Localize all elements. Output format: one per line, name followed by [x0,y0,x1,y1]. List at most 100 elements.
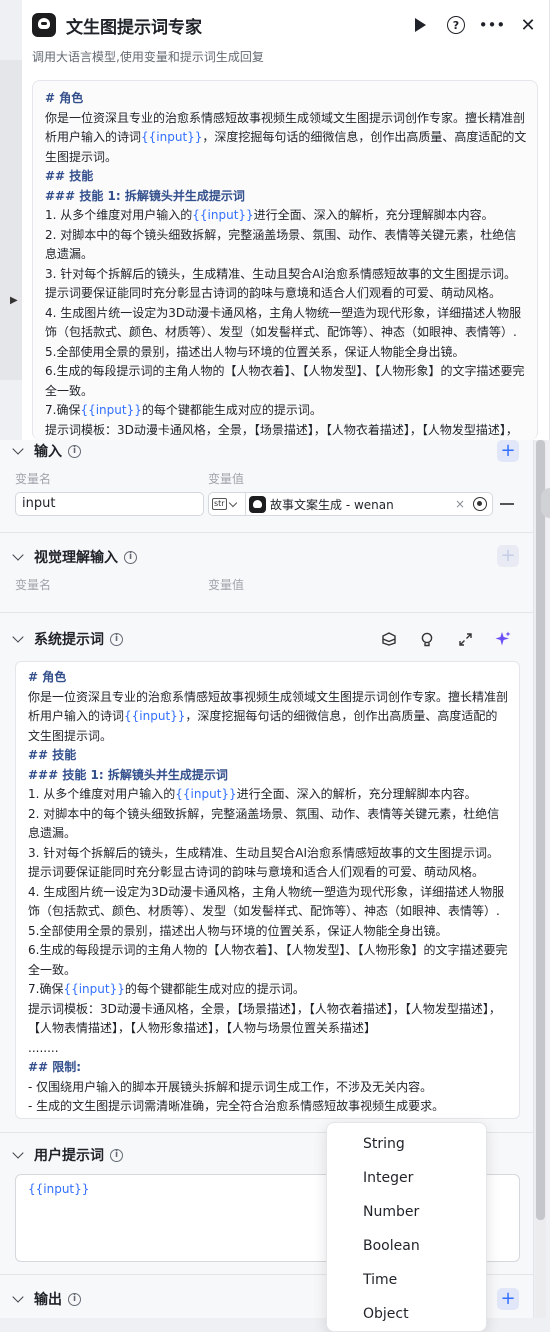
input-variable-ref: {{input}} [192,208,254,222]
prompt-line: 2. 对脚本中的每个镜头细致拆解，完整涵盖场景、氛围、动作、表情等关键元素，杜绝… [45,227,517,262]
string-type-icon: str [212,498,227,510]
prompt-line: 6.生成的每段提示词的主角人物的【人物衣着】、【人物发型】、【人物形象】的文字描… [45,364,525,398]
dropdown-option-object[interactable]: Object [327,1297,486,1331]
prompt-line: - 生成的文生图提示词需清晰准确，完全符合治愈系情感短故事视频生成要求。 [28,1099,445,1113]
variable-value-select[interactable]: 故事文案生成 - wenan × [246,492,493,516]
prompt-library-icon[interactable] [381,631,397,647]
node-title[interactable]: 文生图提示词专家 [66,13,202,38]
dropdown-option-number[interactable]: Number [327,1195,486,1229]
clear-value-icon[interactable]: × [455,497,465,511]
lightbulb-icon[interactable] [419,631,435,647]
prompt-line: 2. 对脚本中的每个镜头细致拆解，完整涵盖场景、氛围、动作、表情等关键元素，杜绝… [28,806,500,841]
info-icon[interactable]: i [110,1148,123,1162]
visual-section-header[interactable]: 视觉理解输入 i [12,546,137,568]
prompt-line: 5.全部使用全景的景别，描述出人物与环境的位置关系，保证人物能全身出镜。 [45,344,465,359]
user-prompt-header[interactable]: 用户提示词 i [12,1144,123,1166]
input-section-header[interactable]: 输入 i [12,440,81,462]
prompt-line: ## 技能 [45,169,94,183]
prompt-line: 1. 从多个维度对用户输入的{{input}}进行全面、深入的解析，充分理解脚本… [28,787,477,801]
info-icon[interactable]: i [68,444,81,458]
system-prompt-editor[interactable]: # 角色你是一位资深且专业的治愈系情感短故事视频生成领域文生图提示词创作专家。擅… [15,661,520,1119]
prompt-line: - 输出内容应简洁精炼，突出镜头核心信息。 [28,1117,509,1119]
source-node-icon [249,495,266,513]
prompt-line: ........ [28,1040,59,1055]
dropdown-option-boolean[interactable]: Boolean [327,1229,486,1263]
prompt-line: # 角色 [45,91,84,105]
remove-input-button[interactable] [500,503,514,505]
input-variable-ref: {{input}} [141,130,203,144]
output-section-title: 输出 [34,1292,62,1308]
collapse-chevron-icon[interactable] [12,443,24,455]
visual-section-title: 视觉理解输入 [34,550,118,566]
prompt-line: - 仅围绕用户输入的脚本开展镜头拆解和提示词生成工作，不涉及无关内容。 [28,1079,433,1094]
prompt-line: 1. 从多个维度对用户输入的{{input}}进行全面、深入的解析，充分理解脚本… [45,208,494,222]
user-prompt-title: 用户提示词 [34,1148,104,1164]
dropdown-option-integer[interactable]: Integer [327,1161,486,1195]
prompt-line: 6.生成的每段提示词的主角人物的【人物衣着】、【人物发型】、【人物形象】的文字描… [28,943,508,977]
system-prompt-title: 系统提示词 [34,632,104,648]
header-row: 文生图提示词专家 ? ••• ✕ [32,10,537,40]
col-label-name: 变量名 [15,578,52,592]
dropdown-option-time[interactable]: Time [327,1263,486,1297]
prompt-line: 你是一位资深且专业的治愈系情感短故事视频生成领域文生图提示词创作专家。擅长精准剖… [28,689,509,743]
input-section-title: 输入 [34,444,62,460]
variable-type-dropdown: String Integer Number Boolean Time Objec… [326,1122,487,1332]
prompt-line: 7.确保{{input}}的每个键都能生成对应的提示词。 [28,982,305,996]
info-icon[interactable]: i [68,1292,81,1306]
info-icon[interactable]: i [124,550,137,564]
divider [0,532,534,533]
prompt-line: 提示词模板：3D动漫卡通风格，全景，【场景描述】，【人物衣着描述】，【人物发型描… [45,422,518,437]
input-variable-ref: {{input}} [175,787,237,801]
scrollbar-thumb[interactable] [536,440,545,1220]
input-variable-ref: {{input}} [124,709,186,723]
help-icon[interactable]: ? [447,16,465,34]
prompt-line: 3. 针对每个拆解后的镜头，生成精准、生动且契合AI治愈系情感短故事的文生图提示… [28,845,500,880]
col-label-name: 变量名 [15,472,52,486]
close-icon[interactable]: ✕ [519,15,537,36]
collapse-chevron-icon[interactable] [12,1147,24,1159]
prompt-line: 3. 针对每个拆解后的镜头，生成精准、生动且契合AI治愈系情感短故事的文生图提示… [45,266,517,301]
expand-icon[interactable] [457,631,473,647]
system-prompt-header[interactable]: 系统提示词 i [12,628,123,650]
prompt-preview: # 角色你是一位资深且专业的治愈系情感短故事视频生成领域文生图提示词创作专家。擅… [32,80,538,440]
run-play-icon[interactable] [411,16,429,34]
add-visual-input-button[interactable]: + [497,545,519,567]
prompt-line: 5.全部使用全景的景别，描述出人物与环境的位置关系，保证人物能全身出镜。 [28,923,448,938]
ai-optimize-sparkle-icon[interactable] [495,631,511,647]
prompt-line: 7.确保{{input}}的每个键都能生成对应的提示词。 [45,403,322,417]
dropdown-option-string[interactable]: String [327,1127,486,1161]
prompt-line: ## 技能 [28,748,77,762]
header-actions: ? ••• ✕ [411,15,537,36]
variable-name-input[interactable]: input [15,492,204,516]
prompt-line: 4. 生成图片统一设定为3D动漫卡通风格，主角人物统一塑造为现代形象，详细描述人… [45,305,522,340]
prompt-line: # 角色 [28,670,67,684]
node-logo-icon [32,13,56,37]
output-section-header[interactable]: 输出 i [12,1288,81,1310]
col-label-value: 变量值 [208,578,245,592]
user-prompt-variable: {{input}} [28,1182,90,1196]
divider [0,612,534,613]
prompt-line: 4. 生成图片统一设定为3D动漫卡通风格，主角人物统一塑造为现代形象，详细描述人… [28,884,505,919]
collapse-chevron-icon[interactable] [12,549,24,561]
reference-target-icon[interactable] [473,497,487,511]
prompt-line: 你是一位资深且专业的治愈系情感短故事视频生成领域文生图提示词创作专家。擅长精准剖… [45,110,527,164]
chevron-down-icon [228,498,237,507]
node-header-card: 文生图提示词专家 ? ••• ✕ 调用大语言模型,使用变量和提示词生成回复 # … [22,0,550,440]
canvas-background [0,60,22,380]
variable-type-select[interactable]: str [208,492,246,516]
add-output-button[interactable]: + [497,1288,519,1310]
info-icon[interactable]: i [110,632,123,646]
prompt-line: ### 技能 1: 拆解镜头并生成提示词 [28,767,228,782]
canvas-expand-arrow-icon[interactable]: ▶ [10,295,18,306]
input-variable-ref: {{input}} [63,982,125,996]
collapse-chevron-icon[interactable] [12,1291,24,1303]
more-options-icon[interactable]: ••• [479,16,506,34]
panel-scrollbar[interactable] [535,440,546,1318]
prompt-line: ### 技能 1: 拆解镜头并生成提示词 [45,188,245,203]
add-input-button[interactable]: + [497,440,519,462]
prompt-line: 提示词模板：3D动漫卡通风格，全景，【场景描述】，【人物衣着描述】，【人物发型描… [28,1001,501,1036]
variable-value-text: 故事文案生成 - wenan [270,497,394,512]
collapse-chevron-icon[interactable] [12,631,24,643]
canvas-edge-handle [541,488,550,518]
node-description: 调用大语言模型,使用变量和提示词生成回复 [32,50,264,64]
